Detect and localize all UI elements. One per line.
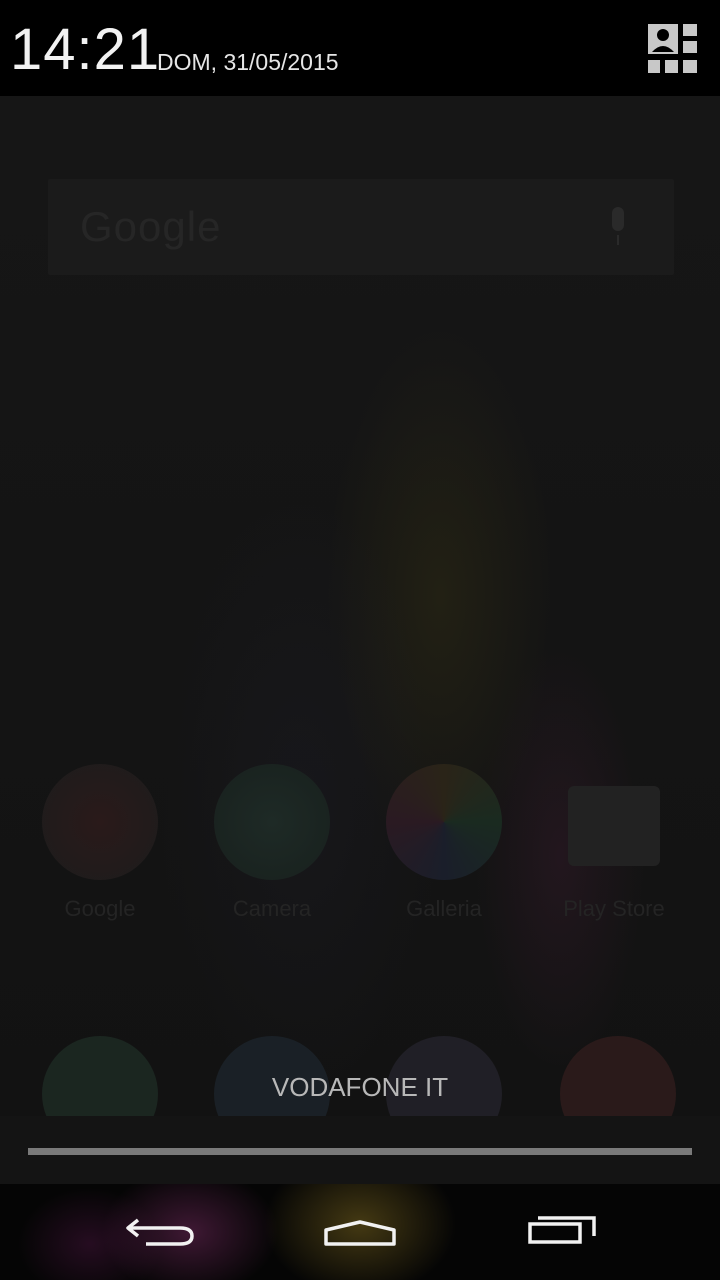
app-label-google: Google (64, 896, 136, 921)
carrier-label: VODAFONE IT (271, 1072, 449, 1102)
microphone-icon (612, 207, 624, 245)
clock: 14:21 (10, 17, 161, 82)
navigation-bar (0, 1184, 720, 1280)
recents-icon[interactable] (512, 1200, 612, 1264)
google-folder-icon (42, 764, 158, 880)
shade-drag-handle[interactable] (28, 1148, 692, 1155)
app-label-galleria: Galleria (406, 896, 482, 921)
gallery-icon (386, 764, 502, 880)
home-icon[interactable] (310, 1200, 410, 1264)
google-logo: Google (80, 203, 222, 250)
camera-icon (214, 764, 330, 880)
google-search-bar: Google (48, 179, 674, 275)
notification-header: 14:21 DOM, 31/05/2015 (0, 0, 720, 96)
home-screen-dimmed: Google Google Camera Galleria Play Store (0, 96, 720, 1184)
date: DOM, 31/05/2015 (157, 49, 339, 75)
app-label-play-store: Play Store (563, 896, 665, 921)
quick-settings-icon[interactable] (646, 22, 700, 76)
back-icon[interactable] (110, 1200, 210, 1264)
screen: Google Google Camera Galleria Play Store… (0, 0, 720, 1280)
app-label-camera: Camera (232, 896, 312, 921)
play-store-icon (568, 786, 660, 866)
